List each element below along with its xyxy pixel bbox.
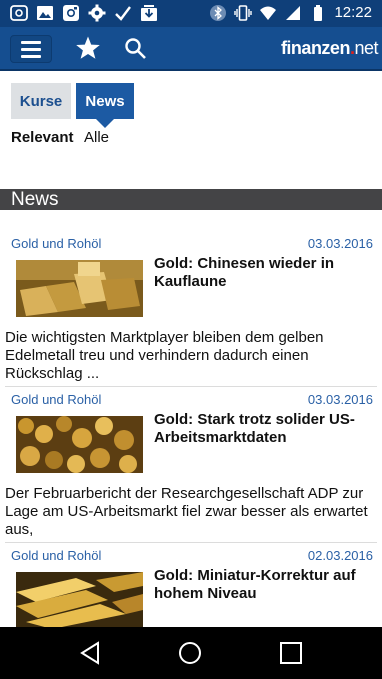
news-item[interactable]: Gold und Rohöl 02.03.2016 Gold: Miniatur… xyxy=(0,548,382,629)
star-icon[interactable] xyxy=(75,35,101,61)
status-bar: 12:22 xyxy=(0,0,382,27)
news-headline[interactable]: Gold: Miniatur-Korrektur auf hohem Nivea… xyxy=(154,567,369,603)
active-tab-indicator xyxy=(96,119,114,128)
back-icon[interactable] xyxy=(79,641,103,665)
news-date: 03.03.2016 xyxy=(307,392,373,407)
app-notification-icon xyxy=(10,5,28,21)
news-teaser: Die wichtigsten Marktplayer bleiben dem … xyxy=(5,329,324,382)
news-category[interactable]: Gold und Rohöl xyxy=(11,548,101,563)
news-headline[interactable]: Gold: Stark trotz solider US-Arbeitsmark… xyxy=(154,411,369,447)
gallery-icon xyxy=(37,6,53,20)
section-header-news: News xyxy=(0,189,382,210)
signal-icon xyxy=(286,6,301,20)
recents-icon[interactable] xyxy=(280,642,302,664)
gold-nuggets-thumbnail[interactable] xyxy=(16,416,143,473)
menu-button[interactable] xyxy=(10,35,52,63)
logo-main: finanzen xyxy=(280,38,351,58)
status-bar-time: 12:22 xyxy=(334,4,372,21)
home-icon[interactable] xyxy=(178,641,202,665)
news-date: 03.03.2016 xyxy=(307,236,373,251)
vibrate-icon xyxy=(234,5,253,21)
instagram-icon xyxy=(63,5,79,21)
tab-kurse[interactable]: Kurse xyxy=(11,83,71,119)
search-icon[interactable] xyxy=(123,36,147,60)
news-item[interactable]: Gold und Rohöl 03.03.2016 Gold: Stark tr… xyxy=(0,392,382,542)
bluetooth-icon xyxy=(210,5,227,21)
check-icon xyxy=(115,6,131,21)
filter-relevant[interactable]: Relevant xyxy=(11,129,74,146)
wifi-icon xyxy=(260,6,277,20)
news-headline[interactable]: Gold: Chinesen wieder in Kauflaune xyxy=(154,255,369,291)
gold-bars-thumbnail[interactable] xyxy=(16,260,143,317)
news-item[interactable]: Gold und Rohöl 03.03.2016 Gold: Chinesen… xyxy=(0,236,382,386)
app-bar: finanzen.net xyxy=(0,27,382,71)
status-bar-notifications xyxy=(10,4,158,22)
filter-alle[interactable]: Alle xyxy=(84,129,109,146)
navigation-bar xyxy=(0,627,382,679)
status-bar-system: 12:22 xyxy=(209,3,372,23)
news-teaser: Der Februarbericht der Researchgesellsch… xyxy=(5,485,368,538)
news-date: 02.03.2016 xyxy=(307,548,373,563)
settings-icon xyxy=(88,4,106,22)
menu-icon xyxy=(21,40,41,44)
tab-news[interactable]: News xyxy=(76,83,134,119)
logo-tld: net xyxy=(354,38,378,58)
news-category[interactable]: Gold und Rohöl xyxy=(11,392,101,407)
divider xyxy=(5,542,377,543)
finanzen-net-logo[interactable]: finanzen.net xyxy=(280,38,379,59)
divider xyxy=(5,386,377,387)
battery-icon xyxy=(314,5,323,21)
news-category[interactable]: Gold und Rohöl xyxy=(11,236,101,251)
download-icon xyxy=(141,5,157,21)
gold-bars-stack-thumbnail[interactable] xyxy=(16,572,143,629)
